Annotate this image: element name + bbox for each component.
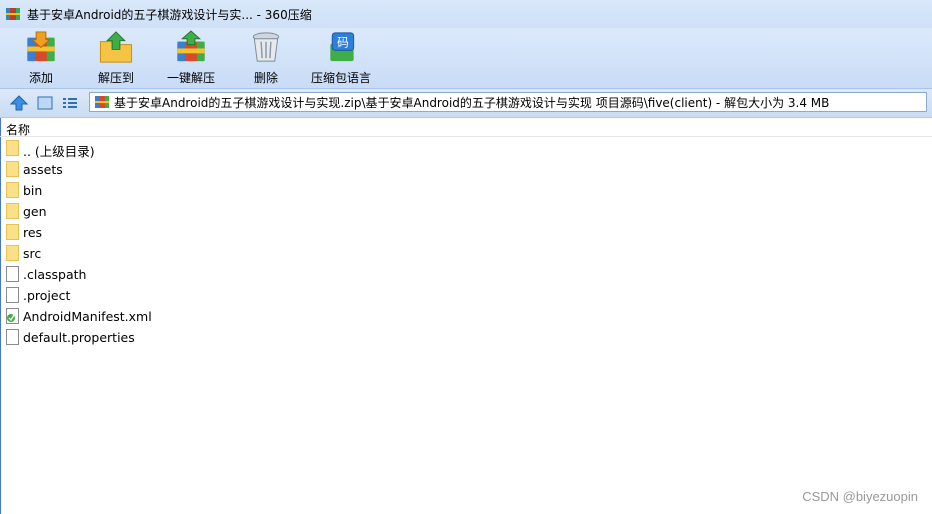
column-header[interactable]: 名称 bbox=[0, 118, 932, 137]
list-item-assets[interactable]: assets bbox=[0, 159, 932, 180]
xml-file-icon bbox=[6, 308, 19, 324]
extract-to-label: 解压到 bbox=[97, 71, 134, 85]
list-view-icon bbox=[63, 98, 77, 108]
one-click-extract-button[interactable]: 一键解压 bbox=[156, 30, 226, 86]
folder-icon bbox=[6, 140, 19, 156]
app-icon bbox=[5, 6, 21, 22]
watermark: CSDN @biyezuopin bbox=[802, 489, 918, 504]
list-item-project[interactable]: .project bbox=[0, 285, 932, 306]
add-label: 添加 bbox=[28, 71, 53, 85]
extract-to-icon bbox=[99, 31, 133, 63]
item-name: .. (上级目录) bbox=[23, 144, 95, 159]
archive-icon bbox=[94, 95, 110, 109]
item-name: .classpath bbox=[23, 267, 87, 282]
path-field[interactable]: 基于安卓Android的五子棋游戏设计与实现.zip\基于安卓Android的五… bbox=[89, 92, 927, 112]
delete-icon bbox=[252, 32, 280, 62]
list-item-gen[interactable]: gen bbox=[0, 201, 932, 222]
add-icon bbox=[27, 31, 55, 62]
toolbar: 添加 解压到 一键解压 删除 码 压缩包语言 bbox=[0, 28, 932, 89]
delete-button[interactable]: 删除 bbox=[231, 30, 301, 86]
folder-icon bbox=[6, 182, 19, 198]
file-icon bbox=[6, 287, 19, 303]
item-name: default.properties bbox=[23, 330, 135, 345]
list-item-classpath[interactable]: .classpath bbox=[0, 264, 932, 285]
one-click-extract-label: 一键解压 bbox=[166, 71, 215, 85]
window-title: 基于安卓Android的五子棋游戏设计与实... - 360压缩 bbox=[27, 7, 312, 22]
item-name: .project bbox=[23, 288, 71, 303]
list-item-parent-dir[interactable]: .. (上级目录) bbox=[0, 138, 932, 159]
archive-language-button[interactable]: 码 压缩包语言 bbox=[306, 30, 376, 86]
item-name: AndroidManifest.xml bbox=[23, 309, 152, 324]
item-name: bin bbox=[23, 183, 43, 198]
archive-language-icon: 码 bbox=[330, 32, 355, 62]
path-text: 基于安卓Android的五子棋游戏设计与实现.zip\基于安卓Android的五… bbox=[114, 95, 830, 110]
item-name: assets bbox=[23, 162, 63, 177]
list-item-default-properties[interactable]: default.properties bbox=[0, 327, 932, 348]
one-click-extract-icon bbox=[177, 30, 205, 62]
delete-label: 删除 bbox=[253, 71, 278, 85]
thumbnail-view-icon bbox=[37, 96, 53, 110]
folder-icon bbox=[6, 224, 19, 240]
folder-icon bbox=[6, 203, 19, 219]
file-list: .. (上级目录) assets bin gen res src .classp… bbox=[0, 138, 932, 348]
list-item-src[interactable]: src bbox=[0, 243, 932, 264]
file-icon bbox=[6, 266, 19, 282]
svg-text:码: 码 bbox=[337, 36, 349, 50]
list-view-button[interactable] bbox=[61, 95, 79, 111]
folder-icon bbox=[6, 245, 19, 261]
file-icon bbox=[6, 329, 19, 345]
folder-icon bbox=[6, 161, 19, 177]
title-bar: 基于安卓Android的五子棋游戏设计与实... - 360压缩 bbox=[0, 0, 932, 28]
arrow-up-icon bbox=[9, 95, 29, 111]
list-item-android-manifest[interactable]: AndroidManifest.xml bbox=[0, 306, 932, 327]
thumbnail-view-button[interactable] bbox=[36, 95, 54, 111]
up-level-button[interactable] bbox=[9, 95, 29, 111]
address-bar: 基于安卓Android的五子棋游戏设计与实现.zip\基于安卓Android的五… bbox=[0, 89, 932, 118]
extract-to-button[interactable]: 解压到 bbox=[81, 30, 151, 86]
item-name: src bbox=[23, 246, 42, 261]
archive-language-label: 压缩包语言 bbox=[310, 71, 371, 85]
column-name-label: 名称 bbox=[6, 123, 31, 137]
list-item-bin[interactable]: bin bbox=[0, 180, 932, 201]
item-name: res bbox=[23, 225, 43, 240]
item-name: gen bbox=[23, 204, 47, 219]
add-button[interactable]: 添加 bbox=[6, 30, 76, 86]
list-item-res[interactable]: res bbox=[0, 222, 932, 243]
